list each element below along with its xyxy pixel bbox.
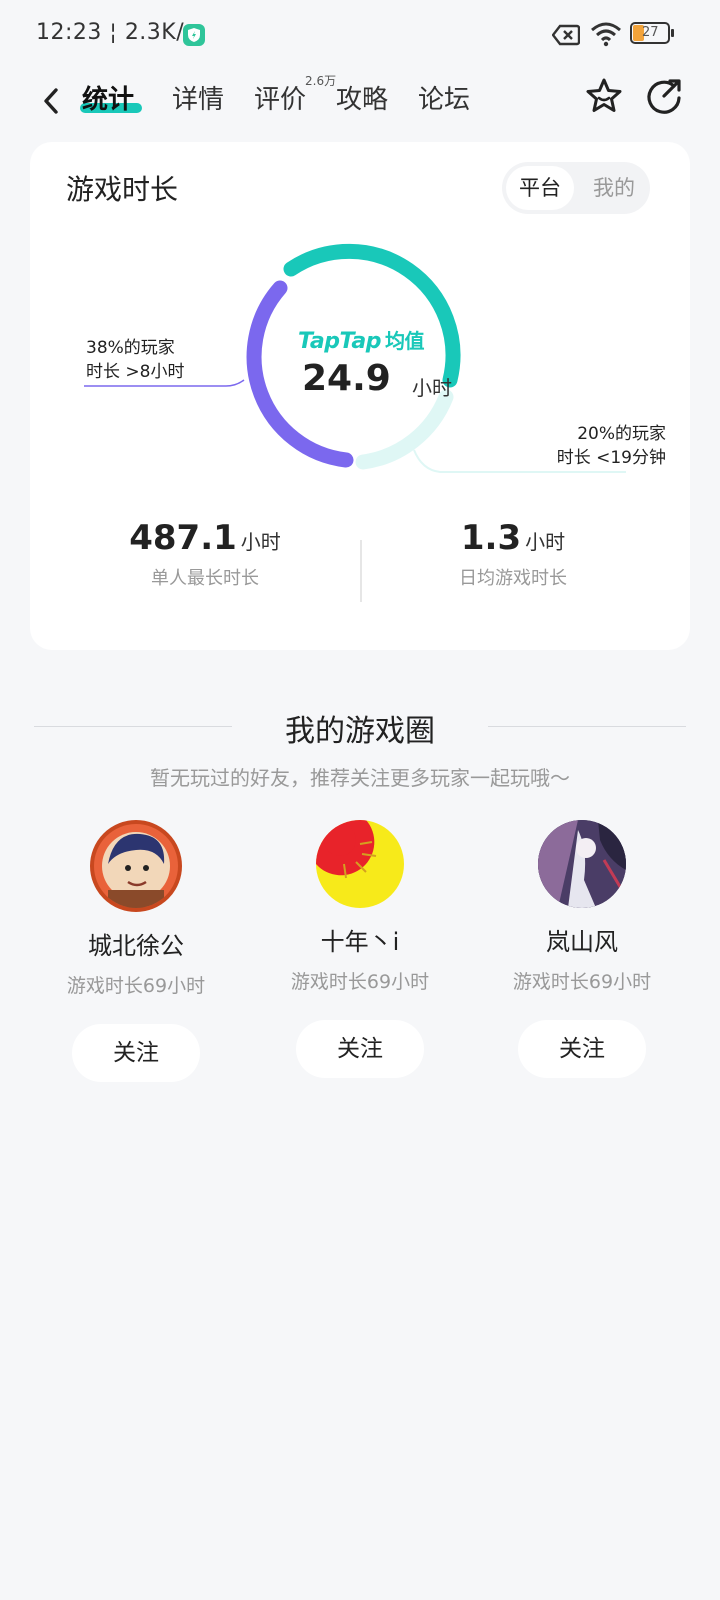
follow-button[interactable]: 关注 <box>72 1024 200 1082</box>
divider-right <box>488 726 686 727</box>
tab-details[interactable]: 详情 <box>172 79 224 116</box>
top-nav: 统计 详情 评价 2.6万 攻略 论坛 <box>0 70 720 130</box>
avatar[interactable] <box>316 820 404 908</box>
average-value: 24.9 <box>302 358 391 399</box>
battery-icon: 27 <box>630 22 674 44</box>
friend-name: 城北徐公 <box>88 932 184 960</box>
status-bar: 12:23 ¦ 2.3K/s 27 <box>0 0 720 70</box>
back-icon[interactable] <box>36 82 66 118</box>
stat-divider <box>360 540 362 602</box>
star-icon[interactable] <box>584 76 624 120</box>
friend-card: 城北徐公 游戏时长69小时 关注 <box>36 820 236 1082</box>
tab-forum[interactable]: 论坛 <box>418 79 470 116</box>
friend-card: 岚山风 游戏时长69小时 关注 <box>482 820 682 1078</box>
follow-button[interactable]: 关注 <box>296 1020 424 1078</box>
follow-button[interactable]: 关注 <box>518 1020 646 1078</box>
friend-playtime: 游戏时长69小时 <box>512 971 652 993</box>
wifi-icon <box>590 21 622 51</box>
tab-guides[interactable]: 攻略 <box>336 79 388 116</box>
friend-playtime: 游戏时长69小时 <box>66 975 206 997</box>
tab-stats[interactable]: 统计 <box>82 79 134 116</box>
stat-daily-playtime: 1.3 小时 日均游戏时长 <box>459 518 567 589</box>
status-time: 12:23 <box>36 20 102 45</box>
callout-short-players: 20%的玩家 时长 <19分钟 <box>556 424 666 468</box>
friend-name: 岚山风 <box>546 928 618 956</box>
friend-name: 十年丶i <box>320 928 400 956</box>
game-circle-title: 我的游戏圈 <box>285 714 435 749</box>
avatar[interactable] <box>90 820 182 912</box>
share-icon[interactable] <box>644 76 684 120</box>
no-sim-icon <box>551 24 581 50</box>
playtime-card: 游戏时长 平台 我的 TapTap 均值 24.9 小时 38%的玩家 时长 >8… <box>30 142 690 650</box>
donut-arc-short <box>355 389 454 470</box>
friend-playtime: 游戏时长69小时 <box>290 971 430 993</box>
callout-long-players: 38%的玩家 时长 >8小时 <box>86 338 185 382</box>
game-circle-subtitle: 暂无玩过的好友，推荐关注更多玩家一起玩哦～ <box>150 766 570 790</box>
tab-reviews[interactable]: 评价 <box>254 79 306 116</box>
reviews-count-badge: 2.6万 <box>305 74 337 88</box>
average-label: 均值 <box>384 329 425 353</box>
average-unit: 小时 <box>412 376 452 400</box>
battery-level: 27 <box>642 25 659 40</box>
taptap-brand: TapTap 均值 <box>298 329 425 354</box>
avatar[interactable] <box>538 820 626 908</box>
friend-card: 十年丶i 游戏时长69小时 关注 <box>260 820 460 1078</box>
stat-max-playtime: 487.1 小时 单人最长时长 <box>129 518 281 589</box>
shield-icon <box>183 24 205 46</box>
